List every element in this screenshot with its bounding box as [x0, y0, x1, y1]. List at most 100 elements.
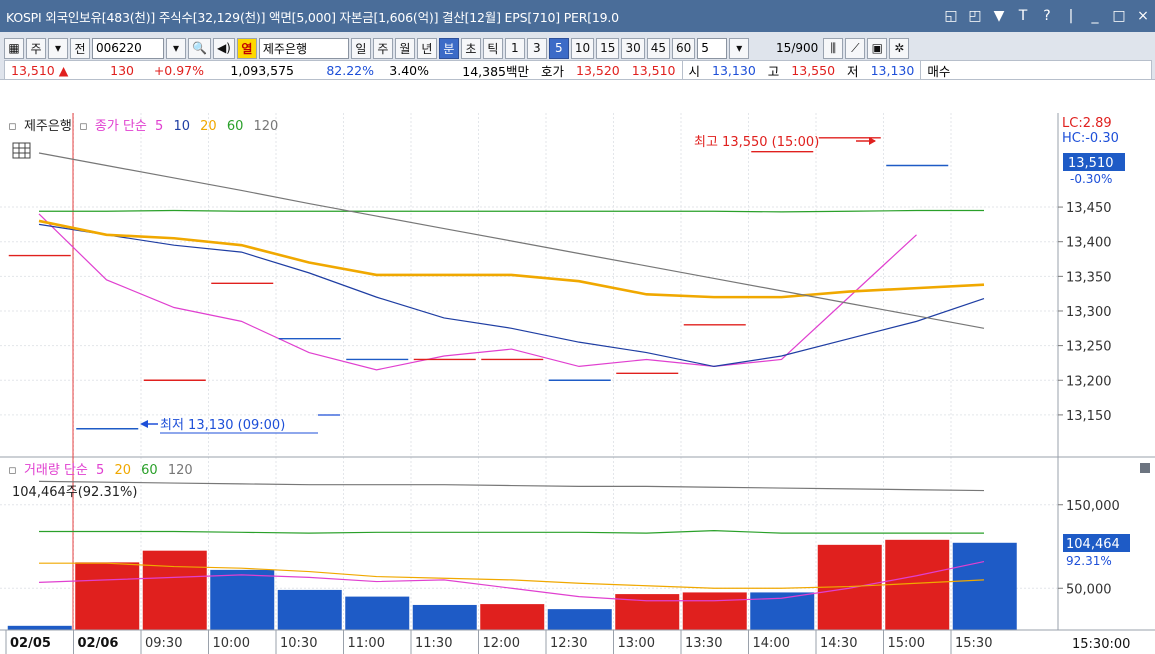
volume-legend-ma20: 20 [114, 463, 131, 478]
display-count-total: /900 [791, 41, 819, 55]
lc-label: LC:2.89 [1062, 116, 1112, 131]
time-tick-label: 10:00 [213, 636, 250, 651]
save-icon[interactable]: ▣ [867, 37, 888, 59]
legend-ma5: 5 [155, 119, 163, 134]
interval-30[interactable]: 30 [621, 37, 645, 59]
prev-button[interactable]: 전 [70, 37, 90, 59]
stock-name-field[interactable]: 제주은행 [258, 37, 349, 59]
period-week[interactable]: 주 [372, 37, 393, 59]
volume-legend-toggle-icon[interactable]: ▫ [8, 463, 17, 478]
panel-close-icon[interactable] [1140, 463, 1150, 473]
ask-price: 13,520 [576, 62, 620, 78]
open-label: 시 [688, 63, 701, 79]
hc-label: HC:-0.30 [1062, 131, 1119, 146]
volume-bar[interactable] [142, 550, 207, 630]
legend-stock-name: 제주은행 [24, 118, 72, 134]
stock-chart[interactable]: 13,450 13,400 13,350 13,300 13,250 13,200 13,1… [0, 113, 1155, 654]
period-minute[interactable]: 분 [438, 37, 459, 59]
low-price: 13,130 [870, 62, 915, 78]
current-time: 15:30:00 [1072, 637, 1130, 652]
volume-bar[interactable] [412, 604, 477, 630]
period-day[interactable]: 일 [350, 37, 371, 59]
volume-bar[interactable] [547, 609, 612, 630]
chevron-down-icon[interactable]: ▾ [48, 37, 68, 59]
period-month[interactable]: 월 [394, 37, 415, 59]
interval-1[interactable]: 1 [504, 37, 525, 59]
float-icon[interactable]: ◰ [967, 8, 983, 24]
help-icon[interactable]: ? [1039, 8, 1055, 24]
window-controls: ◱ ◰ ▼ T ? | _ □ × [943, 8, 1155, 24]
legend-ma120: 120 [254, 119, 279, 134]
volume-bar[interactable] [345, 596, 410, 630]
divider: | [1068, 8, 1074, 24]
pin-icon[interactable]: ▼ [991, 8, 1007, 24]
toolbar: ▦ 주 ▾ 전 006220 ▾ 🔍 ◀) 열 제주은행 일 주 월 년 분 초… [0, 32, 1155, 80]
open-price: 13,130 [712, 62, 756, 78]
volume-bar[interactable] [277, 589, 342, 630]
quote-bar: 13,510 ▲ 130 +0.97% 1,093,575 82.22% 3.4… [4, 60, 1152, 80]
time-tick-label: 15:30 [955, 636, 992, 651]
close-icon[interactable]: × [1135, 8, 1151, 24]
interval-5[interactable]: 5 [548, 37, 569, 59]
volume-current-readout: 104,464주(92.31%) [12, 485, 137, 500]
time-tick-label: 12:00 [483, 636, 520, 651]
volume-bar[interactable] [75, 562, 140, 630]
count-select[interactable]: 5 [697, 37, 728, 59]
maximize-icon[interactable]: □ [1111, 8, 1127, 24]
stock-type-select[interactable]: 주 [26, 37, 46, 59]
low-label: 저 [847, 63, 859, 79]
price-change-pct: +0.97% [153, 62, 204, 78]
current-price-marker-pct: -0.30% [1070, 172, 1112, 186]
indicator-icon[interactable]: ⟋ [845, 37, 866, 59]
window-titlebar: KOSPI 외국인보유[483(천)] 주식수[32,129(천)] 액면[5,… [0, 0, 1155, 32]
toolbar-row-controls: ▦ 주 ▾ 전 006220 ▾ 🔍 ◀) 열 제주은행 일 주 월 년 분 초… [4, 37, 910, 59]
chevron-down-icon[interactable]: ▾ [729, 37, 750, 59]
link-button[interactable]: 열 [236, 37, 257, 59]
volume-bar[interactable] [952, 542, 1017, 630]
dock-icon[interactable]: ◱ [943, 8, 959, 24]
price-tick-label: 13,250 [1066, 340, 1112, 355]
period-year[interactable]: 년 [416, 37, 437, 59]
volume-bar[interactable] [480, 604, 545, 630]
sound-icon[interactable]: ◀) [212, 37, 235, 59]
interval-45[interactable]: 45 [646, 37, 670, 59]
table-view-icon[interactable] [12, 142, 31, 159]
time-tick-label: 13:30 [685, 636, 722, 651]
stock-code-input[interactable]: 006220 [92, 37, 164, 59]
legend-ma10: 10 [173, 119, 190, 134]
font-icon[interactable]: T [1015, 8, 1031, 24]
volume-bar[interactable] [682, 592, 747, 630]
volume-tick-label: 50,000 [1066, 582, 1112, 597]
price-tick-label: 13,350 [1066, 270, 1112, 285]
interval-3[interactable]: 3 [526, 37, 547, 59]
price-tick-label: 13,400 [1066, 236, 1112, 251]
window-title: KOSPI 외국인보유[483(천)] 주식수[32,129(천)] 액면[5,… [6, 9, 619, 25]
period-second[interactable]: 초 [460, 37, 481, 59]
volume-bar[interactable] [210, 569, 275, 630]
high-annotation: 최고 13,550 (15:00) [694, 135, 819, 150]
chevron-down-icon[interactable]: ▾ [166, 37, 186, 59]
minimize-icon[interactable]: _ [1087, 8, 1103, 24]
grid-icon[interactable]: ▦ [4, 37, 24, 59]
interval-60[interactable]: 60 [672, 37, 696, 59]
time-tick-label: 02/05 [10, 636, 51, 651]
gear-icon[interactable]: ✲ [889, 37, 910, 59]
volume-ratio: 82.22% [326, 62, 374, 78]
volume-legend-ma5: 5 [96, 463, 104, 478]
volume-bar[interactable] [7, 625, 72, 630]
buy-button[interactable]: 매수 [921, 61, 956, 80]
time-tick-label: 15:00 [888, 636, 925, 651]
hoga-label: 호가 [541, 63, 565, 79]
display-count-input[interactable]: 15 [776, 41, 791, 55]
current-volume-marker-pct: 92.31% [1066, 554, 1112, 568]
search-icon[interactable]: 🔍 [188, 37, 211, 59]
period-tick[interactable]: 틱 [482, 37, 503, 59]
trade-amount: 14,385백만 [462, 63, 529, 79]
candle-icon[interactable]: ⫼ [823, 37, 844, 59]
interval-10[interactable]: 10 [570, 37, 595, 59]
interval-15[interactable]: 15 [596, 37, 620, 59]
time-tick-label: 13:00 [618, 636, 655, 651]
legend-toggle-icon[interactable]: ▫ [8, 119, 17, 134]
high-price: 13,550 [791, 62, 836, 78]
bid-price: 13,510 [631, 62, 676, 78]
